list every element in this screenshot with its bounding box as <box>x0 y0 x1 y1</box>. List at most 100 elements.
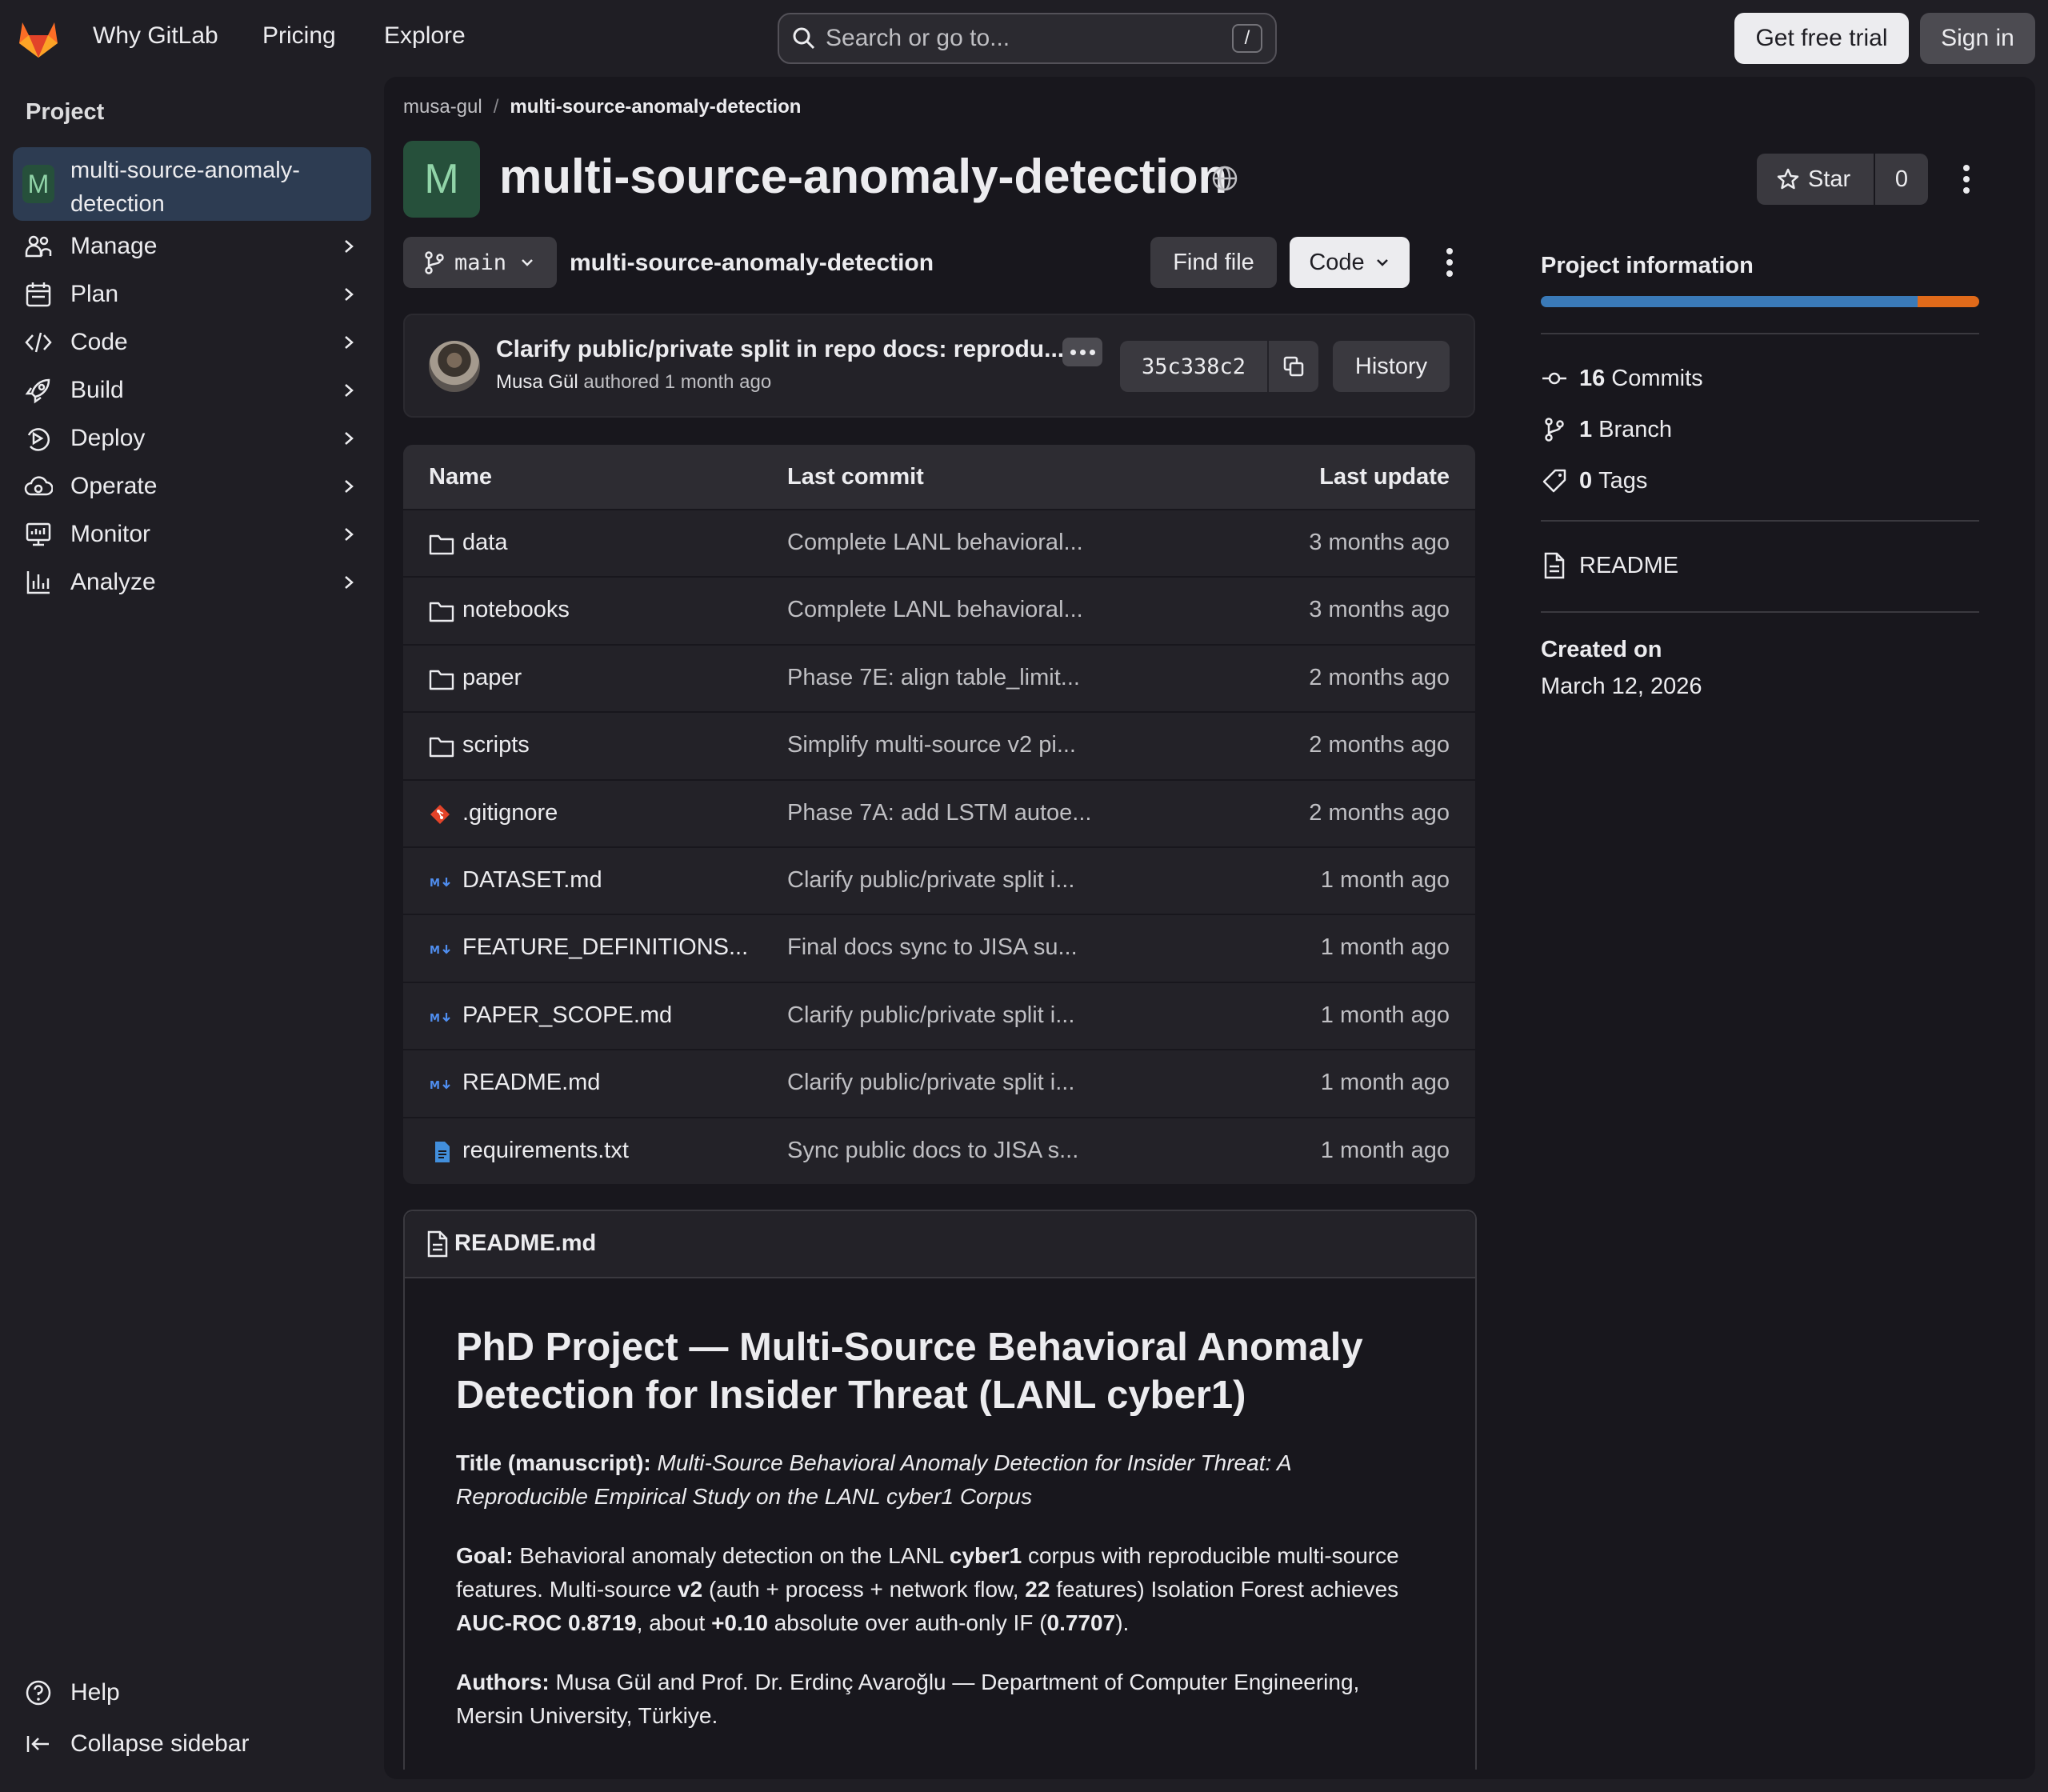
readme-title-paragraph: Title (manuscript): Multi-Source Behavio… <box>456 1446 1416 1514</box>
svg-text:M: M <box>430 878 440 890</box>
collapse-left-icon <box>26 1736 49 1752</box>
created-on-value: March 12, 2026 <box>1541 674 1702 699</box>
star-button[interactable]: Star <box>1757 154 1874 205</box>
sidebar-item-plan[interactable]: Plan <box>13 272 371 317</box>
code-icon <box>25 332 52 353</box>
sidebar-project-item[interactable]: M multi-source-anomaly-detection <box>13 147 371 221</box>
sidebar-title: Project <box>26 99 105 125</box>
readme-text: Behavioral anomaly detection on the LANL <box>519 1543 944 1568</box>
readme-text: , about <box>636 1610 706 1635</box>
file-name[interactable]: notebooks <box>462 597 570 623</box>
file-name[interactable]: scripts <box>462 732 530 758</box>
file-name[interactable]: .gitignore <box>462 800 558 826</box>
breadcrumb-repo[interactable]: multi-source-anomaly-detection <box>510 96 801 118</box>
help-button[interactable]: Help <box>13 1670 371 1715</box>
commits-link[interactable]: 16 Commits <box>1541 365 1703 392</box>
nav-pricing[interactable]: Pricing <box>262 22 336 50</box>
sidebar-item-code[interactable]: Code <box>13 320 371 365</box>
sidebar-item-operate[interactable]: Operate <box>13 464 371 509</box>
file-last-commit[interactable]: Phase 7A: add LSTM autoe... <box>787 800 1091 826</box>
table-row[interactable]: requirements.txt Sync public docs to JISA… <box>403 1116 1475 1184</box>
gitlab-logo-icon[interactable] <box>16 18 61 59</box>
sidebar-item-label: Deploy <box>70 425 146 451</box>
file-last-commit[interactable]: Complete LANL behavioral... <box>787 530 1083 556</box>
sidebar-item-deploy[interactable]: Deploy <box>13 416 371 461</box>
sidebar-project-name: multi-source-anomaly-detection <box>70 158 300 217</box>
branch-selector[interactable]: main <box>403 237 557 288</box>
code-dropdown-button[interactable]: Code <box>1290 237 1410 288</box>
history-button[interactable]: History <box>1333 341 1450 392</box>
folder-icon <box>429 735 454 758</box>
more-actions-icon[interactable] <box>1445 246 1454 278</box>
created-on-label: Created on <box>1541 637 1662 662</box>
branches-link[interactable]: 1 Branch <box>1541 416 1672 443</box>
nav-explore[interactable]: Explore <box>384 22 466 50</box>
project-avatar: M <box>22 165 54 203</box>
more-actions-icon[interactable] <box>1962 163 1971 195</box>
commit-author[interactable]: Musa Gül <box>496 371 578 393</box>
copy-sha-button[interactable] <box>1269 354 1318 378</box>
file-last-commit[interactable]: Clarify public/private split i... <box>787 1002 1074 1029</box>
repo-path[interactable]: multi-source-anomaly-detection <box>570 250 934 277</box>
toggle-commit-description-button[interactable] <box>1062 338 1102 366</box>
file-name[interactable]: FEATURE_DEFINITIONS... <box>462 934 748 961</box>
commit-sha[interactable]: 35c338c2 <box>1120 354 1267 379</box>
find-file-button[interactable]: Find file <box>1150 237 1277 288</box>
star-count[interactable]: 0 <box>1875 166 1928 193</box>
file-last-commit[interactable]: Clarify public/private split i... <box>787 1070 1074 1096</box>
file-last-commit[interactable]: Simplify multi-source v2 pi... <box>787 732 1076 758</box>
collapse-sidebar-button[interactable]: Collapse sidebar <box>13 1722 371 1766</box>
sign-in-button[interactable]: Sign in <box>1920 13 2035 64</box>
avatar[interactable] <box>429 341 480 392</box>
file-name[interactable]: requirements.txt <box>462 1138 629 1164</box>
table-row[interactable]: scripts Simplify multi-source v2 pi... 2 m… <box>403 711 1475 778</box>
file-last-commit[interactable]: Sync public docs to JISA s... <box>787 1138 1078 1164</box>
table-row[interactable]: M DATASET.md Clarify public/private split … <box>403 846 1475 914</box>
file-name[interactable]: README.md <box>462 1070 600 1096</box>
file-name[interactable]: DATASET.md <box>462 867 602 894</box>
nav-why-gitlab[interactable]: Why GitLab <box>93 22 218 50</box>
breadcrumb: musa-gul / multi-source-anomaly-detection <box>403 96 801 118</box>
tags-link[interactable]: 0 Tags <box>1541 467 1647 494</box>
table-row[interactable]: M PAPER_SCOPE.md Clarify public/private sp… <box>403 981 1475 1049</box>
file-name[interactable]: data <box>462 530 507 556</box>
readme-link[interactable]: README <box>1541 552 1678 579</box>
readme-bold: 22 <box>1025 1577 1050 1602</box>
chevron-down-icon <box>522 259 533 266</box>
file-last-commit[interactable]: Final docs sync to JISA su... <box>787 934 1078 961</box>
readme-goal-paragraph: Goal: Behavioral anomaly detection on th… <box>456 1539 1416 1640</box>
table-row[interactable]: M README.md Clarify public/private split i… <box>403 1049 1475 1116</box>
sidebar-item-label: Code <box>70 329 128 355</box>
sidebar-item-build[interactable]: Build <box>13 368 371 413</box>
file-name[interactable]: PAPER_SCOPE.md <box>462 1002 672 1029</box>
file-last-update: 3 months ago <box>1309 597 1450 623</box>
file-last-update: 3 months ago <box>1309 530 1450 555</box>
collapse-sidebar-label: Collapse sidebar <box>70 1730 250 1757</box>
get-free-trial-button[interactable]: Get free trial <box>1734 13 1909 64</box>
file-last-commit[interactable]: Phase 7E: align table_limit... <box>787 665 1080 691</box>
sidebar-item-analyze[interactable]: Analyze <box>13 560 371 605</box>
markdown-icon: M <box>429 1073 454 1095</box>
star-button-group: Star 0 <box>1757 154 1928 205</box>
branch-icon <box>425 251 444 274</box>
search-shortcut-key: / <box>1232 24 1262 53</box>
language-bar-segment[interactable] <box>1918 296 1979 307</box>
table-row[interactable]: M FEATURE_DEFINITIONS... Final docs sync t… <box>403 914 1475 981</box>
language-bar[interactable] <box>1541 296 1979 307</box>
table-row[interactable]: .gitignore Phase 7A: add LSTM autoe... 2 m… <box>403 778 1475 846</box>
table-row[interactable]: paper Phase 7E: align table_limit... 2 mon… <box>403 643 1475 711</box>
file-last-commit[interactable]: Complete LANL behavioral... <box>787 597 1083 623</box>
file-name[interactable]: paper <box>462 665 522 691</box>
language-bar-segment[interactable] <box>1541 296 1918 307</box>
readme-bold: cyber1 <box>949 1543 1022 1568</box>
file-last-commit[interactable]: Clarify public/private split i... <box>787 867 1074 894</box>
sidebar-item-monitor[interactable]: Monitor <box>13 512 371 557</box>
table-row[interactable]: notebooks Complete LANL behavioral... 3 mo… <box>403 576 1475 643</box>
commit-message[interactable]: Clarify public/private split in repo doc… <box>496 336 1064 363</box>
search-input[interactable]: Search or go to... / <box>778 13 1277 64</box>
sidebar-item-manage[interactable]: Manage <box>13 224 371 269</box>
readme-file-label[interactable]: README.md <box>454 1230 596 1257</box>
star-label: Star <box>1808 166 1851 192</box>
table-row[interactable]: data Complete LANL behavioral... 3 months … <box>403 509 1475 576</box>
breadcrumb-owner[interactable]: musa-gul <box>403 96 482 118</box>
